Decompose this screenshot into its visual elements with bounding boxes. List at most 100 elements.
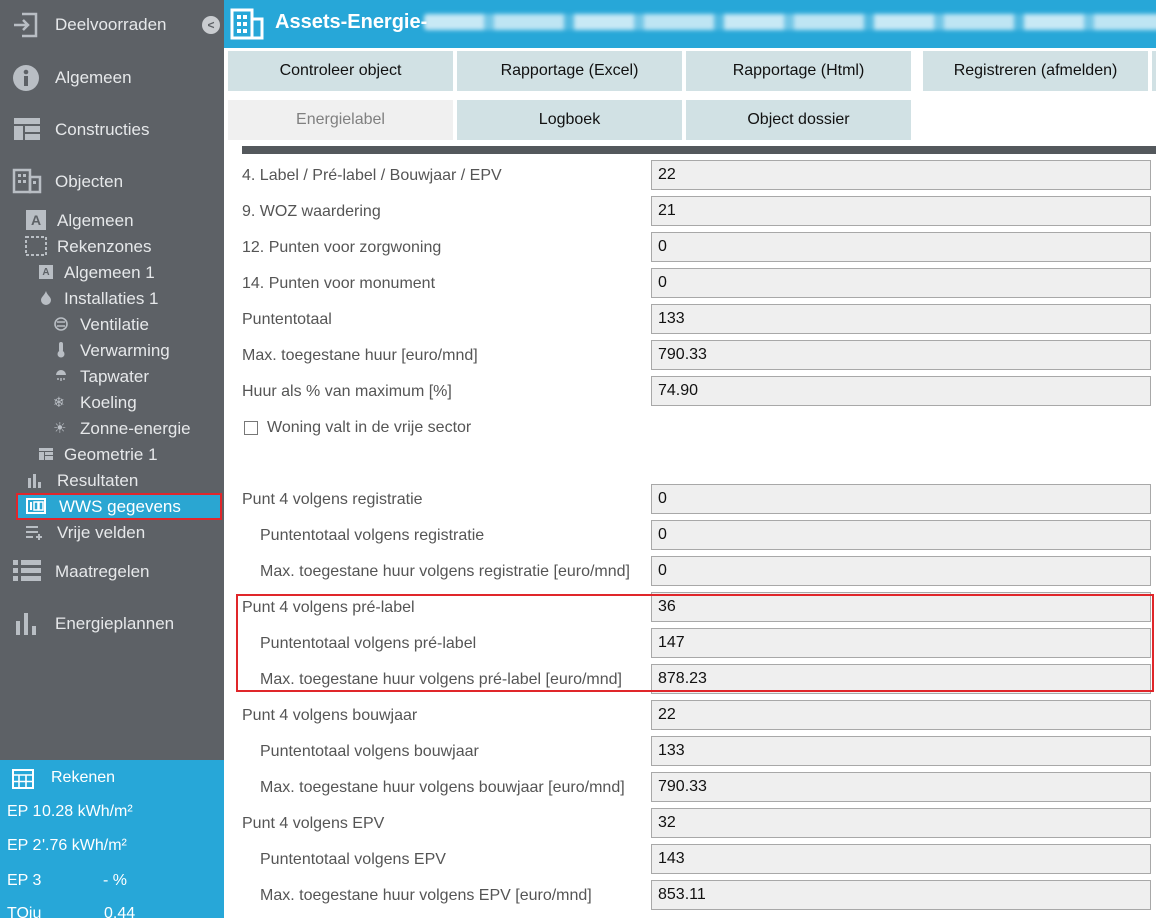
calculator-icon[interactable]	[12, 769, 34, 794]
field-label: Max. toegestane huur volgens pré-label […	[260, 671, 622, 688]
puntentotaal-registratie-field[interactable]: 0	[651, 520, 1151, 550]
field-label: 9. WOZ waardering	[242, 203, 381, 220]
controleer-object-button[interactable]: Controleer object	[228, 51, 453, 91]
registreren-button[interactable]: Registreren (afmelden)	[923, 51, 1148, 91]
huur-percentage-field[interactable]: 74.90	[651, 376, 1151, 406]
sidebar-item-energieplannen[interactable]: Energieplannen	[0, 610, 224, 636]
max-huur-epv-field[interactable]: 853.11	[651, 880, 1151, 910]
field-label: Max. toegestane huur volgens EPV [euro/m…	[260, 887, 592, 904]
tab-logboek[interactable]: Logboek	[457, 100, 682, 140]
sidebar-item-objecten-algemeen[interactable]: A Algemeen	[0, 208, 224, 232]
sidebar-item-verwarming[interactable]: Verwarming	[0, 338, 224, 362]
sidebar-item-algemeen[interactable]: Algemeen	[0, 64, 224, 92]
sidebar-item-constructies[interactable]: Constructies	[0, 116, 224, 142]
rekenen-button[interactable]: Rekenen	[51, 769, 115, 787]
sidebar-item-rekenzones[interactable]: Rekenzones	[0, 234, 224, 258]
toju-label: TOju	[7, 905, 42, 918]
field-label: Punt 4 volgens pré-label	[242, 599, 415, 616]
section-header-bar	[242, 146, 1156, 154]
flame-icon	[40, 291, 52, 305]
letter-a-icon: A	[26, 210, 46, 230]
max-huur-bouwjaar-field[interactable]: 790.33	[651, 772, 1151, 802]
list-icon	[13, 559, 41, 583]
punt4-prelabel-field[interactable]: 36	[651, 592, 1151, 622]
field-label: Puntentotaal	[242, 311, 332, 328]
max-huur-prelabel-field[interactable]: 878.23	[651, 664, 1151, 694]
max-huur-field[interactable]: 790.33	[651, 340, 1151, 370]
rapportage-excel-button[interactable]: Rapportage (Excel)	[457, 51, 682, 91]
sidebar-item-resultaten[interactable]: Resultaten	[0, 468, 224, 492]
sun-icon: ☀	[53, 420, 67, 437]
label-prelabel-bouwjaar-epv-field[interactable]: 22	[651, 160, 1151, 190]
dashed-square-icon	[25, 236, 47, 256]
page-title: Assets-Energie-	[275, 11, 428, 33]
vrije-sector-label: Woning valt in de vrije sector	[267, 419, 472, 436]
tab-energielabel[interactable]: Energielabel	[228, 100, 453, 140]
sidebar-item-deelvoorraden[interactable]: Deelvoorraden	[0, 12, 224, 38]
puntentotaal-epv-field[interactable]: 143	[651, 844, 1151, 874]
punten-zorgwoning-field[interactable]: 0	[651, 232, 1151, 262]
sidebar-item-zonne-energie[interactable]: ☀ Zonne-energie	[0, 416, 224, 440]
thermometer-icon	[56, 342, 66, 358]
punten-monument-field[interactable]: 0	[651, 268, 1151, 298]
max-huur-registratie-field[interactable]: 0	[651, 556, 1151, 586]
rapportage-html-button[interactable]: Rapportage (Html)	[686, 51, 911, 91]
tab-object-dossier[interactable]: Object dossier	[686, 100, 911, 140]
field-label: Max. toegestane huur volgens bouwjaar [e…	[260, 779, 625, 796]
field-label: Puntentotaal volgens bouwjaar	[260, 743, 479, 760]
vrije-sector-checkbox[interactable]	[244, 421, 258, 435]
header: Assets-Energie-	[224, 0, 1156, 48]
bar-chart-icon	[27, 472, 43, 488]
sidebar-item-wws-gegevens[interactable]: WWS gegevens	[16, 493, 222, 520]
field-label: Puntentotaal volgens EPV	[260, 851, 446, 868]
puntentotaal-bouwjaar-field[interactable]: 133	[651, 736, 1151, 766]
punt4-registratie-field[interactable]: 0	[651, 484, 1151, 514]
field-label: Puntentotaal volgens pré-label	[260, 635, 477, 652]
ep3-label: EP 3	[7, 872, 42, 889]
sidebar-item-objecten[interactable]: Objecten	[0, 168, 224, 194]
field-label: Punt 4 volgens registratie	[242, 491, 423, 508]
woz-waardering-field[interactable]: 21	[651, 196, 1151, 226]
list-add-icon	[25, 524, 45, 540]
layout-icon	[14, 118, 40, 140]
ep2-value: '.76 kWh/m²	[42, 837, 127, 854]
field-label: Huur als % van maximum [%]	[242, 383, 452, 400]
field-label: Puntentotaal volgens registratie	[260, 527, 485, 544]
more-button[interactable]	[1152, 51, 1156, 91]
letter-a-icon: A	[39, 265, 53, 279]
ep1-value: 0.28 kWh/m²	[42, 803, 133, 820]
layout-icon	[39, 448, 53, 460]
puntentotaal-prelabel-field[interactable]: 147	[651, 628, 1151, 658]
info-icon	[12, 64, 40, 92]
ep3-value: - %	[103, 872, 127, 889]
field-label: Punt 4 volgens EPV	[242, 815, 385, 832]
ep2-label: EP 2	[7, 837, 42, 854]
rekenen-panel: Rekenen EP 1 0.28 kWh/m² EP 2 '.76 kWh/m…	[0, 760, 224, 918]
puntentotaal-field[interactable]: 133	[651, 304, 1151, 334]
sidebar-item-algemeen-1[interactable]: A Algemeen 1	[0, 260, 224, 284]
snowflake-icon: ❄	[53, 394, 65, 410]
building-icon	[12, 168, 42, 194]
sidebar-item-geometrie-1[interactable]: Geometrie 1	[0, 442, 224, 466]
bar-chart-icon	[15, 611, 39, 635]
field-label: Punt 4 volgens bouwjaar	[242, 707, 418, 724]
field-label: 12. Punten voor zorgwoning	[242, 239, 442, 256]
sidebar-item-vrije-velden[interactable]: Vrije velden	[0, 520, 224, 544]
toju-value: 0.44	[104, 905, 136, 918]
fan-icon	[53, 317, 69, 331]
sidebar-item-installaties-1[interactable]: Installaties 1	[0, 286, 224, 310]
field-label: 14. Punten voor monument	[242, 275, 436, 292]
field-label: Max. toegestane huur [euro/mnd]	[242, 347, 478, 364]
punt4-bouwjaar-field[interactable]: 22	[651, 700, 1151, 730]
sidebar-item-koeling[interactable]: ❄ Koeling	[0, 390, 224, 414]
sidebar-item-maatregelen[interactable]: Maatregelen	[0, 558, 224, 584]
login-icon	[12, 12, 40, 38]
sidebar: < Deelvoorraden Algemeen Constructies Ob…	[0, 0, 224, 918]
sidebar-item-tapwater[interactable]: Tapwater	[0, 364, 224, 388]
ep1-label: EP 1	[7, 803, 42, 820]
punt4-epv-field[interactable]: 32	[651, 808, 1151, 838]
field-label: Max. toegestane huur volgens registratie…	[260, 563, 630, 580]
sidebar-item-ventilatie[interactable]: Ventilatie	[0, 312, 224, 336]
wws-form: 4. Label / Pré-label / Bouwjaar / EPV 22…	[224, 142, 1156, 918]
shower-icon	[53, 369, 69, 383]
